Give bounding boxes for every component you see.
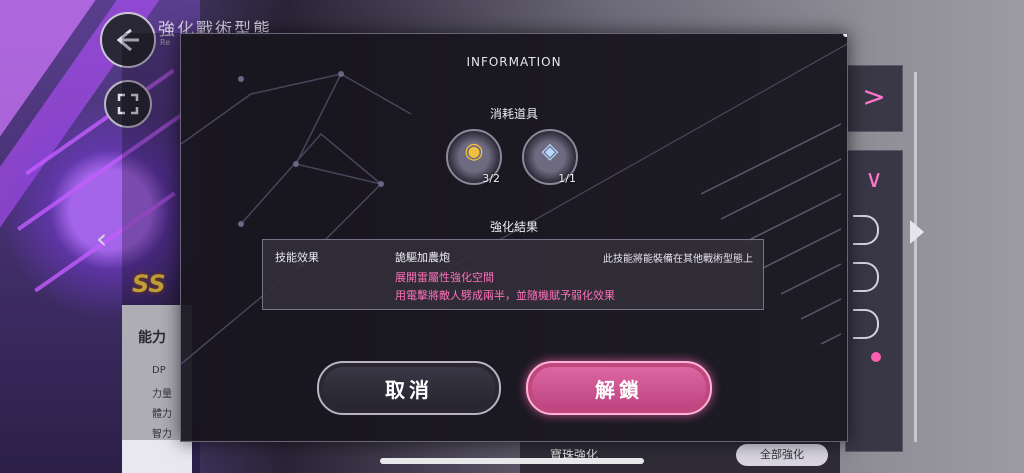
notification-dot bbox=[871, 352, 881, 362]
consumable-item[interactable]: ◉ 3/2 bbox=[446, 129, 502, 185]
skill-slot-panel: ∨ bbox=[845, 150, 903, 452]
corner-dot bbox=[843, 34, 847, 37]
effect-line: 展開雷屬性強化空間 bbox=[395, 271, 494, 284]
dialog-title: INFORMATION bbox=[466, 55, 562, 69]
equip-note: 此技能將能裝備在其他戰術型態上 bbox=[603, 254, 753, 265]
result-type-label: 技能效果 bbox=[275, 251, 319, 264]
item-count: 3/2 bbox=[482, 172, 500, 185]
home-indicator[interactable] bbox=[380, 458, 644, 464]
previous-form-arrow-icon[interactable]: ‹ bbox=[96, 222, 107, 255]
gold-medal-icon: ◉ bbox=[464, 139, 484, 164]
enhance-all-button[interactable]: 全部強化 bbox=[736, 444, 828, 466]
item-count: 1/1 bbox=[558, 172, 576, 185]
effect-line: 用電擊將敵人劈成兩半，並隨機賦予弱化效果 bbox=[395, 289, 615, 302]
skill-name: 詭驅加農炮 bbox=[395, 251, 450, 264]
scrollbar[interactable] bbox=[914, 72, 917, 442]
consumables-label: 消耗道具 bbox=[489, 107, 538, 121]
enhance-result-box: 技能效果 詭驅加農炮 此技能將能裝備在其他戰術型態上 展開雷屬性強化空間 用電擊… bbox=[262, 239, 764, 310]
result-label: 強化結果 bbox=[489, 220, 538, 234]
scroll-right-arrow-icon[interactable] bbox=[910, 220, 924, 244]
skill-slot[interactable] bbox=[853, 262, 879, 292]
chevron-right-icon: > bbox=[862, 80, 886, 113]
crystal-chip-icon: ◈ bbox=[541, 139, 559, 164]
next-page-button[interactable]: > bbox=[845, 65, 903, 132]
unlock-button[interactable]: 解鎖 bbox=[526, 361, 712, 415]
skill-slot[interactable] bbox=[853, 309, 879, 339]
dialog-decoration bbox=[181, 43, 847, 365]
skill-slot[interactable] bbox=[853, 215, 879, 245]
consumable-item[interactable]: ◈ 1/1 bbox=[522, 129, 578, 185]
cancel-button[interactable]: 取消 bbox=[317, 361, 501, 415]
information-dialog: INFORMATION 消耗道具 ◉ 3/2 ◈ 1/1 強化結果 技能效果 詭… bbox=[180, 33, 848, 442]
chevron-down-icon[interactable]: ∨ bbox=[846, 165, 902, 193]
